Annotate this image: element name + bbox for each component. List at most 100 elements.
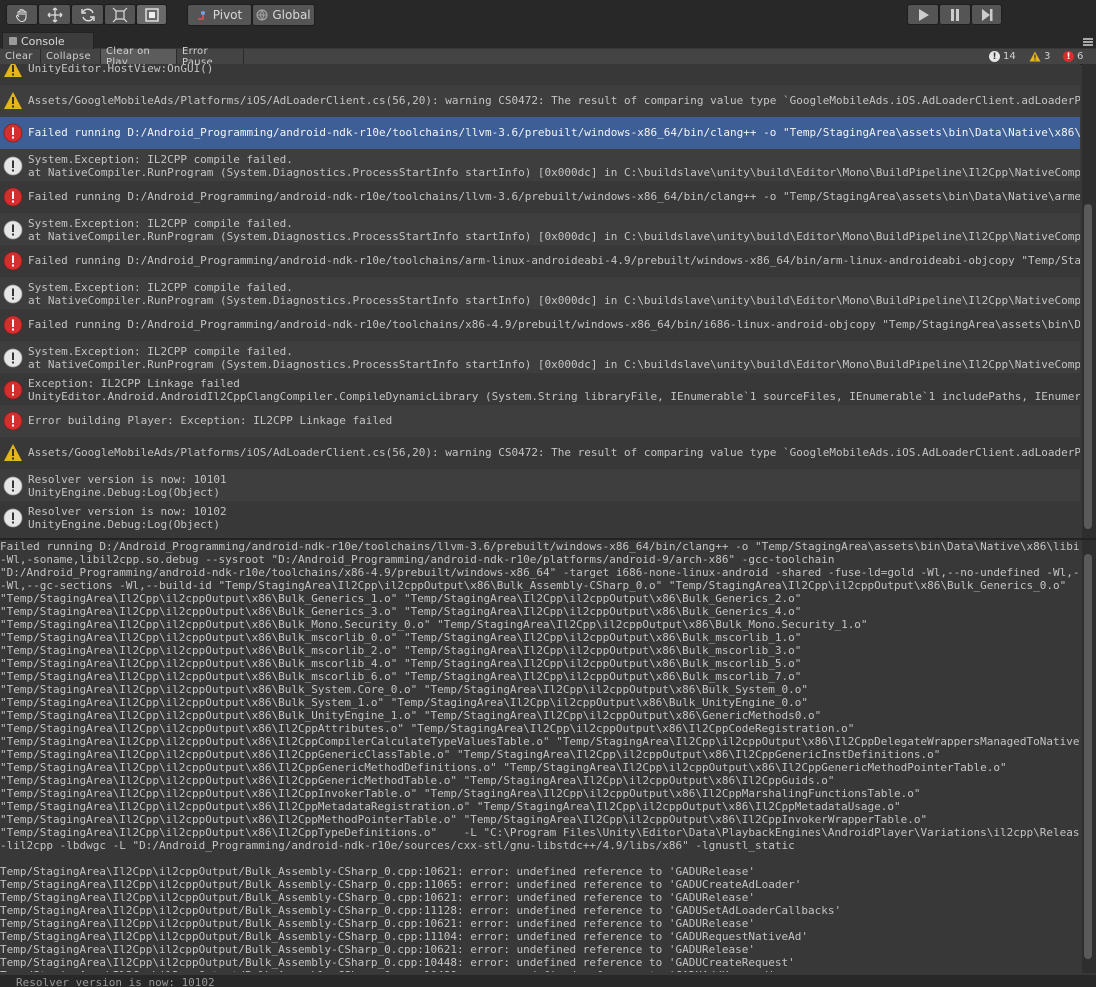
- detail-line: Temp/StagingArea\Il2Cpp\il2cppOutput/Bul…: [0, 891, 755, 904]
- log-entry-message: Error building Player: Exception: IL2CPP…: [28, 414, 393, 427]
- play-button[interactable]: [907, 4, 939, 25]
- log-entry-info[interactable]: System.Exception: IL2CPP compile failed.…: [0, 213, 1080, 245]
- log-list-scrollbar[interactable]: [1082, 64, 1096, 538]
- error-icon: [3, 315, 23, 335]
- detail-line: Temp/StagingArea\Il2Cpp\il2cppOutput/Bul…: [0, 943, 755, 956]
- log-entry-info[interactable]: System.Exception: IL2CPP compile failed.…: [0, 277, 1080, 309]
- clear-on-play-button[interactable]: Clear on Play: [101, 46, 177, 68]
- detail-line: "Temp/StagingArea\Il2Cpp\il2cppOutput\x8…: [0, 657, 802, 670]
- log-entry-error[interactable]: Failed running D:/Android_Programming/an…: [0, 309, 1080, 341]
- log-entry-message: Failed running D:/Android_Programming/an…: [28, 126, 1080, 139]
- detail-line: "Temp/StagingArea\Il2Cpp\il2cppOutput\x8…: [0, 592, 802, 605]
- detail-line: Temp/StagingArea\Il2Cpp\il2cppOutput/Bul…: [0, 956, 795, 969]
- log-entry-stacktrace: UnityEngine.Debug:Log(Object): [28, 486, 221, 499]
- detail-line: "Temp/StagingArea\Il2Cpp\il2cppOutput\x8…: [0, 735, 1080, 748]
- log-entry-stacktrace: at NativeCompiler.RunProgram (System.Dia…: [28, 166, 1080, 179]
- hand-icon: [15, 8, 27, 22]
- log-entry-warning[interactable]: UnityEditor.HostView:OnGUI(): [0, 64, 1080, 85]
- log-entry-message: UnityEditor.HostView:OnGUI(): [28, 64, 214, 75]
- log-entry-message: System.Exception: IL2CPP compile failed.: [28, 281, 293, 294]
- detail-scrollbar-thumb[interactable]: [1084, 554, 1092, 959]
- log-entry-stacktrace: at NativeCompiler.RunProgram (System.Dia…: [28, 358, 1080, 371]
- hand-tool-button[interactable]: [6, 4, 38, 25]
- scale-tool-button[interactable]: [104, 4, 136, 25]
- log-entry-error[interactable]: Failed running D:/Android_Programming/an…: [0, 117, 1080, 149]
- detail-line: Temp/StagingArea\Il2Cpp\il2cppOutput/Bul…: [0, 878, 802, 891]
- scale-icon: [112, 7, 128, 22]
- pivot-label: Pivot: [212, 8, 243, 22]
- detail-line: "Temp/StagingArea\Il2Cpp\il2cppOutput\x8…: [0, 670, 802, 683]
- log-entry-error[interactable]: Failed running D:/Android_Programming/an…: [0, 181, 1080, 213]
- info-icon: [3, 284, 23, 304]
- detail-line: "Temp/StagingArea\Il2Cpp\il2cppOutput\x8…: [0, 709, 822, 722]
- log-entry-message: System.Exception: IL2CPP compile failed.: [28, 345, 293, 358]
- log-entry-info[interactable]: Resolver version is now: 10101 UnityEngin…: [0, 469, 1080, 501]
- log-detail-pane[interactable]: Failed running D:/Android_Programming/an…: [0, 540, 1080, 972]
- error-icon: [3, 251, 23, 271]
- error-icon: [3, 123, 23, 143]
- detail-line: Temp/StagingArea\Il2Cpp\il2cppOutput/Bul…: [0, 930, 808, 943]
- info-icon: [3, 156, 23, 176]
- log-entry-info[interactable]: Resolver version is now: 10102 UnityEngin…: [0, 501, 1080, 533]
- log-entry-error[interactable]: Error building Player: Exception: IL2CPP…: [0, 405, 1080, 437]
- pivot-icon: [197, 11, 205, 20]
- log-entry-info[interactable]: System.Exception: IL2CPP compile failed.…: [0, 341, 1080, 373]
- step-button[interactable]: [971, 4, 1002, 25]
- log-entry-stacktrace: UnityEditor.Android.AndroidIl2CppClangCo…: [28, 390, 1080, 403]
- log-entry-stacktrace: at NativeCompiler.RunProgram (System.Dia…: [28, 230, 1080, 243]
- warning-icon: [4, 64, 22, 77]
- log-list-scrollbar-thumb[interactable]: [1084, 204, 1092, 529]
- log-entry-error[interactable]: Failed running D:/Android_Programming/an…: [0, 245, 1080, 277]
- detail-line: "Temp/StagingArea\Il2Cpp\il2cppOutput\x8…: [0, 696, 808, 709]
- log-entry-warning[interactable]: Assets/GoogleMobileAds/Platforms/iOS/AdL…: [0, 85, 1080, 117]
- move-tool-button[interactable]: [38, 4, 71, 25]
- rotate-icon: [80, 8, 95, 21]
- warning-icon: [4, 92, 22, 109]
- detail-line: -Wl,-soname,libil2cpp.so.debug --sysroot…: [0, 553, 835, 566]
- panel-menu-icon[interactable]: [1083, 38, 1093, 46]
- step-icon: [981, 8, 992, 21]
- error-icon: [3, 380, 23, 400]
- detail-line: Temp/StagingArea\Il2Cpp\il2cppOutput/Bul…: [0, 904, 842, 917]
- clear-button[interactable]: Clear: [0, 49, 41, 64]
- tab-console[interactable]: Console: [2, 32, 94, 49]
- status-text: Resolver version is now: 10102: [16, 976, 215, 987]
- globe-icon: [256, 9, 268, 21]
- error-icon: [3, 187, 23, 207]
- log-entry-info[interactable]: System.Exception: IL2CPP compile failed.…: [0, 149, 1080, 181]
- log-list[interactable]: UnityEditor.HostView:OnGUI() Assets/Googl…: [0, 64, 1080, 538]
- log-entry-message: Failed running D:/Android_Programming/an…: [28, 254, 1080, 267]
- detail-line: "Temp/StagingArea\Il2Cpp\il2cppOutput\x8…: [0, 683, 808, 696]
- log-count: 14: [1003, 51, 1016, 62]
- rect-tool-button[interactable]: [136, 4, 167, 25]
- detail-line: "Temp/StagingArea\Il2Cpp\il2cppOutput\x8…: [0, 748, 941, 761]
- detail-line: "Temp/StagingArea\Il2Cpp\il2cppOutput\x8…: [0, 774, 835, 787]
- error-icon: [3, 411, 23, 431]
- detail-line: Failed running D:/Android_Programming/an…: [0, 540, 1080, 553]
- log-entry-message: Exception: IL2CPP Linkage failed: [28, 377, 240, 390]
- detail-line: -lil2cpp -lbdwgc -L "D:/Android_Programm…: [0, 839, 795, 852]
- collapse-button[interactable]: Collapse: [41, 49, 101, 64]
- console-toolbar: Clear Collapse Clear on Play Error Pause: [0, 46, 1096, 68]
- log-entry-warning[interactable]: Assets/GoogleMobileAds/Platforms/iOS/AdL…: [0, 437, 1080, 469]
- log-entry-message: Failed running D:/Android_Programming/an…: [28, 318, 1080, 331]
- global-toggle[interactable]: Global: [252, 4, 315, 26]
- info-icon: !: [989, 51, 1000, 62]
- status-bar: Resolver version is now: 10102: [0, 975, 1096, 987]
- warning-count-toggle[interactable]: 3: [1029, 49, 1050, 64]
- console-icon: [9, 37, 17, 45]
- detail-scrollbar[interactable]: [1082, 540, 1096, 973]
- pause-button[interactable]: [939, 4, 971, 25]
- rotate-tool-button[interactable]: [71, 4, 104, 25]
- info-icon: [3, 348, 23, 368]
- detail-line: Temp/StagingArea\Il2Cpp\il2cppOutput/Bul…: [0, 865, 755, 878]
- pivot-toggle[interactable]: Pivot: [187, 4, 252, 26]
- log-count-toggle[interactable]: ! 14: [989, 49, 1016, 64]
- play-icon: [919, 8, 929, 21]
- error-pause-button[interactable]: Error Pause: [177, 46, 244, 68]
- log-entry-error[interactable]: Exception: IL2CPP Linkage failed UnityEdi…: [0, 373, 1080, 405]
- log-entry-stacktrace: UnityEngine.Debug:Log(Object): [28, 518, 221, 531]
- log-entry-message: System.Exception: IL2CPP compile failed.: [28, 153, 293, 166]
- detail-line: "D:/Android_Programming/android-ndk-r10e…: [0, 566, 1080, 579]
- error-count-toggle[interactable]: ! 6: [1063, 49, 1083, 64]
